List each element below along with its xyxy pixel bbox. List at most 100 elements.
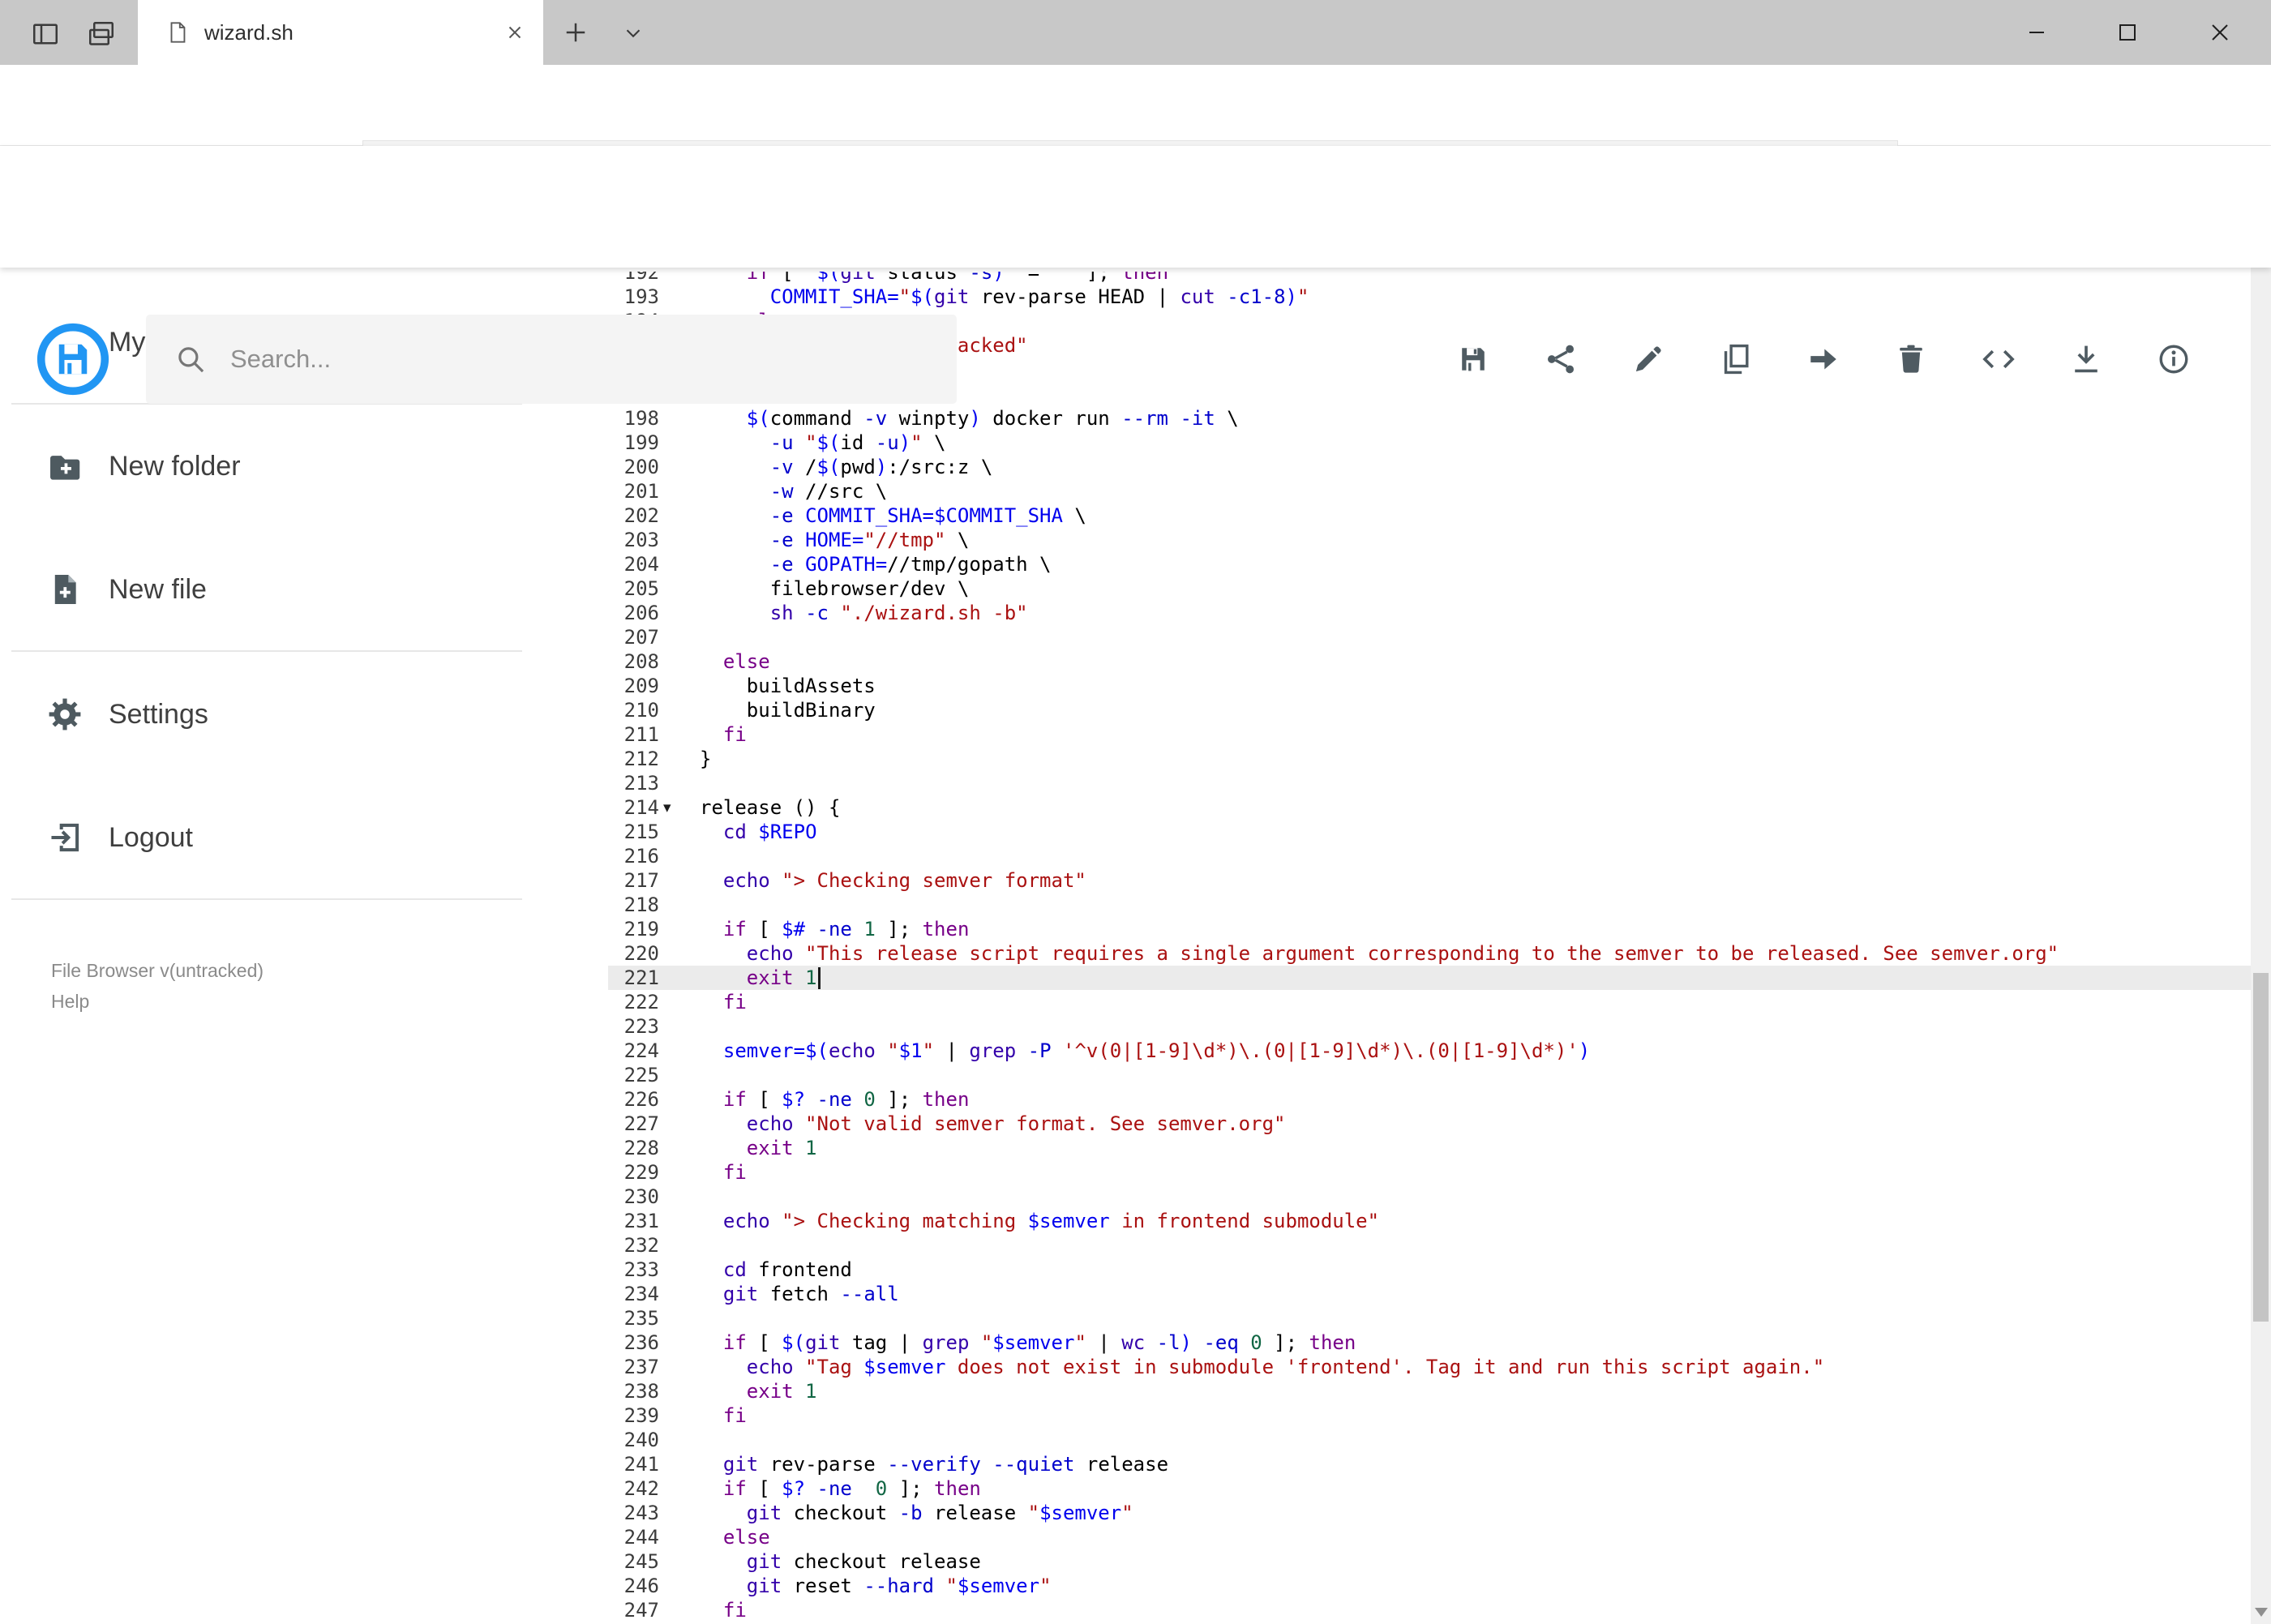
code-line[interactable]: 202 -e COMMIT_SHA=$COMMIT_SHA \ [608,503,2251,528]
sidebar-item-settings[interactable]: Settings [0,680,568,748]
search-input[interactable] [229,344,897,375]
code-line[interactable]: 227 echo "Not valid semver format. See s… [608,1112,2251,1136]
code-text: -v /$(pwd):/src:z \ [769,456,993,478]
code-line[interactable]: 222 fi [608,990,2251,1014]
code-line[interactable]: 208 else [608,649,2251,674]
code-line[interactable]: 219 if [ $# -ne 1 ]; then [608,917,2251,941]
code-view-button[interactable] [1973,333,2025,385]
code-line[interactable]: 237 echo "Tag $semver does not exist in … [608,1355,2251,1379]
delete-button[interactable] [1885,333,1937,385]
scrollbar-thumb[interactable] [2253,973,2269,1322]
code-editor[interactable]: 192 if [ "$(git status -s)" = "" ]; then… [608,272,2251,1624]
code-line[interactable]: 217 echo "> Checking semver format" [608,868,2251,893]
code-line[interactable]: 243 git checkout -b release "$semver" [608,1501,2251,1525]
code-line[interactable]: 232 [608,1233,2251,1258]
code-text: buildBinary [700,699,876,722]
code-line[interactable]: 242 if [ $? -ne 0 ]; then [608,1476,2251,1501]
editor-toolbar [1447,333,2200,385]
code-line[interactable]: 240 [608,1428,2251,1452]
code-line[interactable]: 193 COMMIT_SHA="$(git rev-parse HEAD | c… [608,285,2251,309]
code-text: if [ "$(git status -s)" = "" ]; then [746,272,1169,284]
close-icon [2212,24,2228,41]
maximize-button[interactable] [2093,0,2162,65]
code-line[interactable]: 199 -u "$(id -u)" \ [608,431,2251,455]
line-number: 201 [623,480,659,503]
code-text: buildAssets [700,675,876,697]
code-line[interactable]: 225 [608,1063,2251,1087]
code-line[interactable]: 215 cd $REPO [608,820,2251,844]
code-text: git fetch --all [722,1283,899,1305]
rename-button[interactable] [1622,333,1674,385]
info-button[interactable] [2148,333,2200,385]
code-text: if [ $(git tag | grep "$semver" | wc -l)… [722,1331,1356,1354]
code-line[interactable]: 233 cd frontend [608,1258,2251,1282]
copy-button[interactable] [1710,333,1762,385]
tabs-preview-button[interactable] [84,16,119,52]
code-line[interactable]: 216 [608,844,2251,868]
filebrowser-logo[interactable] [36,322,110,396]
code-line[interactable]: 223 [608,1014,2251,1039]
code-text: else [722,650,770,673]
fold-marker-icon[interactable]: ▾ [663,795,681,820]
sidebar-item-new-folder[interactable]: New folder [0,432,568,500]
line-number: 205 [623,577,659,600]
window-close-button[interactable] [2185,0,2255,65]
search-box[interactable] [146,315,957,404]
line-number: 216 [623,845,659,868]
browser-tab[interactable]: wizard.sh [138,0,543,65]
file-plus-icon [54,575,76,604]
code-line[interactable]: 211 fi [608,722,2251,747]
code-line[interactable]: 224 semver=$(echo "$1" | grep -P '^v(0|[… [608,1039,2251,1063]
save-button[interactable] [1447,333,1499,385]
code-line[interactable]: 200 -v /$(pwd):/src:z \ [608,455,2251,479]
code-line[interactable]: 238 exit 1 [608,1379,2251,1403]
code-line[interactable]: 234 git fetch --all [608,1282,2251,1306]
code-line[interactable]: 207 [608,625,2251,649]
code-line[interactable]: 201 -w //src \ [608,479,2251,503]
code-line[interactable]: 209 buildAssets [608,674,2251,698]
share-button[interactable] [1535,333,1587,385]
code-line[interactable]: 206 sh -c "./wizard.sh -b" [608,601,2251,625]
line-number: 214 [623,796,659,819]
code-line[interactable]: 239 fi [608,1403,2251,1428]
code-line[interactable]: 210 buildBinary [608,698,2251,722]
new-tab-button[interactable] [561,18,590,47]
help-link[interactable]: Help [51,991,89,1013]
code-line[interactable]: 246 git reset --hard "$semver" [608,1574,2251,1598]
code-line[interactable]: 213 [608,771,2251,795]
code-line[interactable]: 244 else [608,1525,2251,1549]
code-line[interactable]: 192 if [ "$(git status -s)" = "" ]; then [608,272,2251,285]
code-line[interactable]: 230 [608,1185,2251,1209]
minimize-button[interactable] [2002,0,2072,65]
set-tabs-aside-button[interactable] [28,16,63,52]
code-line[interactable]: 241 git rev-parse --verify --quiet relea… [608,1452,2251,1476]
show-tab-previews-button[interactable] [621,21,645,45]
code-line[interactable]: 220 echo "This release script requires a… [608,941,2251,966]
sidebar-item-logout[interactable]: Logout [0,803,568,872]
move-button[interactable] [1798,333,1849,385]
code-line[interactable]: 214 ▾ release () { [608,795,2251,820]
code-text: $(command -v winpty) docker run --rm -it… [746,407,1239,430]
code-line[interactable]: 228 exit 1 [608,1136,2251,1160]
download-button[interactable] [2060,333,2112,385]
code-line[interactable]: 229 fi [608,1160,2251,1185]
code-line[interactable]: 221 exit 1 [608,966,2251,990]
code-line[interactable]: 203 -e HOME="//tmp" \ [608,528,2251,552]
code-text: exit 1 [746,1137,817,1159]
code-line[interactable]: 226 if [ $? -ne 0 ]; then [608,1087,2251,1112]
code-line[interactable]: 231 echo "> Checking matching $semver in… [608,1209,2251,1233]
code-line[interactable]: 236 if [ $(git tag | grep "$semver" | wc… [608,1330,2251,1355]
code-line[interactable]: 235 [608,1306,2251,1330]
tab-close-button[interactable] [504,22,525,43]
code-line[interactable]: 247 fi [608,1598,2251,1622]
code-line[interactable]: 245 git checkout release [608,1549,2251,1574]
code-line[interactable]: 204 -e GOPATH=//tmp/gopath \ [608,552,2251,576]
code-line[interactable]: 212} [608,747,2251,771]
vertical-scrollbar[interactable] [2251,146,2271,1624]
code-text: -u "$(id -u)" \ [769,431,946,454]
code-line[interactable]: 218 [608,893,2251,917]
code-line[interactable]: 198 $(command -v winpty) docker run --rm… [608,406,2251,431]
sidebar-item-new-file[interactable]: New file [0,555,568,623]
scroll-down-arrow[interactable] [2255,1608,2268,1617]
code-line[interactable]: 205 filebrowser/dev \ [608,576,2251,601]
